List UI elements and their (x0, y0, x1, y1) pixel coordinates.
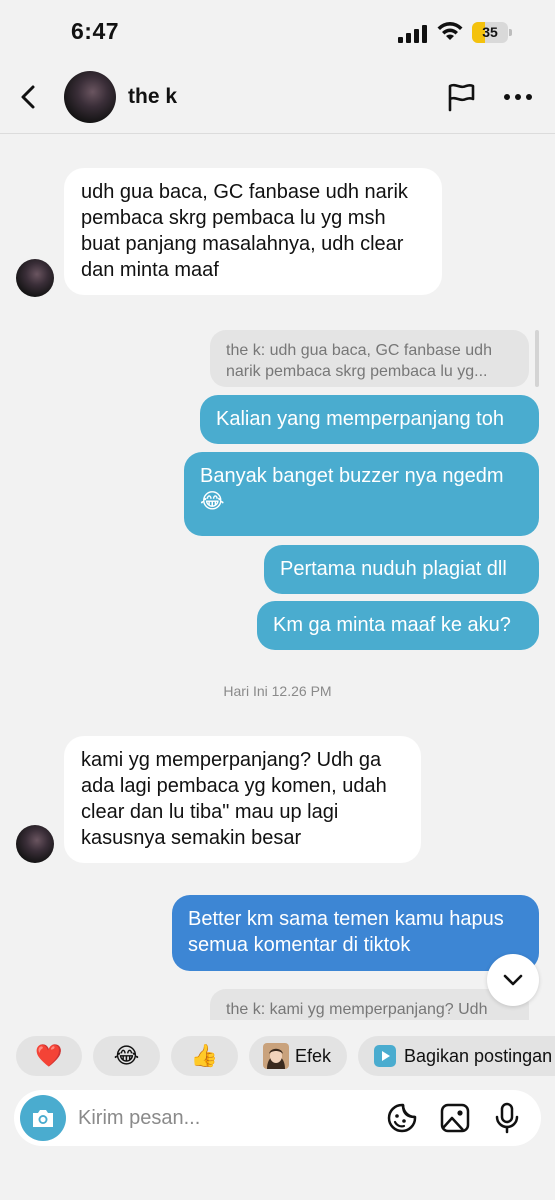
outgoing-message[interactable]: Km ga minta maaf ke aku? (257, 601, 539, 650)
flag-icon[interactable] (446, 82, 476, 112)
message-text: Km ga minta maaf ke aku? (273, 614, 511, 636)
outgoing-message[interactable]: Banyak banget buzzer nya ngedm 😂 (184, 452, 539, 536)
more-options-icon[interactable] (502, 84, 534, 110)
scroll-to-bottom-button[interactable] (487, 954, 539, 1006)
sticker-icon[interactable] (386, 1102, 418, 1134)
wifi-icon (437, 22, 463, 40)
share-post-label: Bagikan postingan (404, 1046, 553, 1066)
message-text: Better km sama temen kamu hapus semua ko… (188, 908, 504, 956)
message-input[interactable] (78, 1090, 368, 1146)
chat-header: the k (0, 64, 555, 134)
quick-reaction-laugh[interactable]: 😂 (93, 1036, 160, 1076)
camera-icon (33, 1110, 53, 1127)
message-text: Pertama nuduh plagiat dll (280, 558, 507, 580)
effect-thumbnail-icon (263, 1043, 289, 1069)
thumbs-up-emoji: 👍 (190, 1043, 219, 1068)
sender-avatar[interactable] (16, 259, 54, 297)
camera-button[interactable] (20, 1095, 66, 1141)
message-emoji: 😂 (200, 490, 225, 513)
sender-avatar[interactable] (16, 825, 54, 863)
message-text: kami yg memperpanjang? Udh ga ada lagi p… (81, 749, 387, 849)
cellular-signal-icon (398, 25, 427, 43)
battery-percentage: 35 (482, 24, 498, 40)
reply-quote-text: the k: kami yg memperpanjang? Udh (226, 1001, 488, 1018)
message-text: Kalian yang memperpanjang toh (216, 408, 504, 430)
contact-avatar[interactable] (64, 71, 116, 123)
reply-quote[interactable]: the k: udh gua baca, GC fanbase udh nari… (210, 330, 529, 387)
laughing-emoji: 😂 (113, 1043, 140, 1068)
date-separator: Hari Ini 12.26 PM (223, 683, 332, 699)
battery-indicator: 35 (472, 22, 512, 43)
message-composer (14, 1090, 541, 1146)
share-play-icon (374, 1045, 396, 1067)
outgoing-message[interactable]: Pertama nuduh plagiat dll (264, 545, 539, 594)
message-text: Banyak banget buzzer nya ngedm (200, 465, 504, 487)
status-bar: 6:47 35 (0, 0, 555, 64)
reply-quote-bar (535, 330, 539, 387)
incoming-message[interactable]: kami yg memperpanjang? Udh ga ada lagi p… (64, 736, 421, 863)
status-time: 6:47 (71, 18, 120, 44)
effects-button[interactable]: Efek (249, 1036, 347, 1076)
quick-reaction-heart[interactable]: ❤️ (16, 1036, 82, 1076)
reply-quote-text: the k: udh gua baca, GC fanbase udh nari… (226, 342, 492, 380)
message-text: udh gua baca, GC fanbase udh narik pemba… (81, 181, 408, 281)
share-post-button[interactable]: Bagikan postingan (358, 1036, 555, 1076)
incoming-message[interactable]: udh gua baca, GC fanbase udh narik pemba… (64, 168, 442, 295)
contact-name[interactable]: the k (128, 85, 177, 109)
quick-reactions-bar: ❤️ 😂 👍 Efek Bagikan postingan (0, 1020, 555, 1090)
heart-emoji: ❤️ (35, 1043, 63, 1068)
reply-quote[interactable]: the k: kami yg memperpanjang? Udh (210, 989, 529, 1020)
outgoing-message[interactable]: Better km sama temen kamu hapus semua ko… (172, 895, 539, 971)
quick-reaction-thumbs-up[interactable]: 👍 (171, 1036, 238, 1076)
microphone-icon[interactable] (491, 1102, 523, 1134)
gallery-icon[interactable] (439, 1102, 471, 1134)
effects-label: Efek (295, 1046, 332, 1066)
chevron-down-icon (503, 974, 523, 986)
outgoing-message[interactable]: Kalian yang memperpanjang toh (200, 395, 539, 444)
back-arrow-icon[interactable] (16, 84, 42, 110)
